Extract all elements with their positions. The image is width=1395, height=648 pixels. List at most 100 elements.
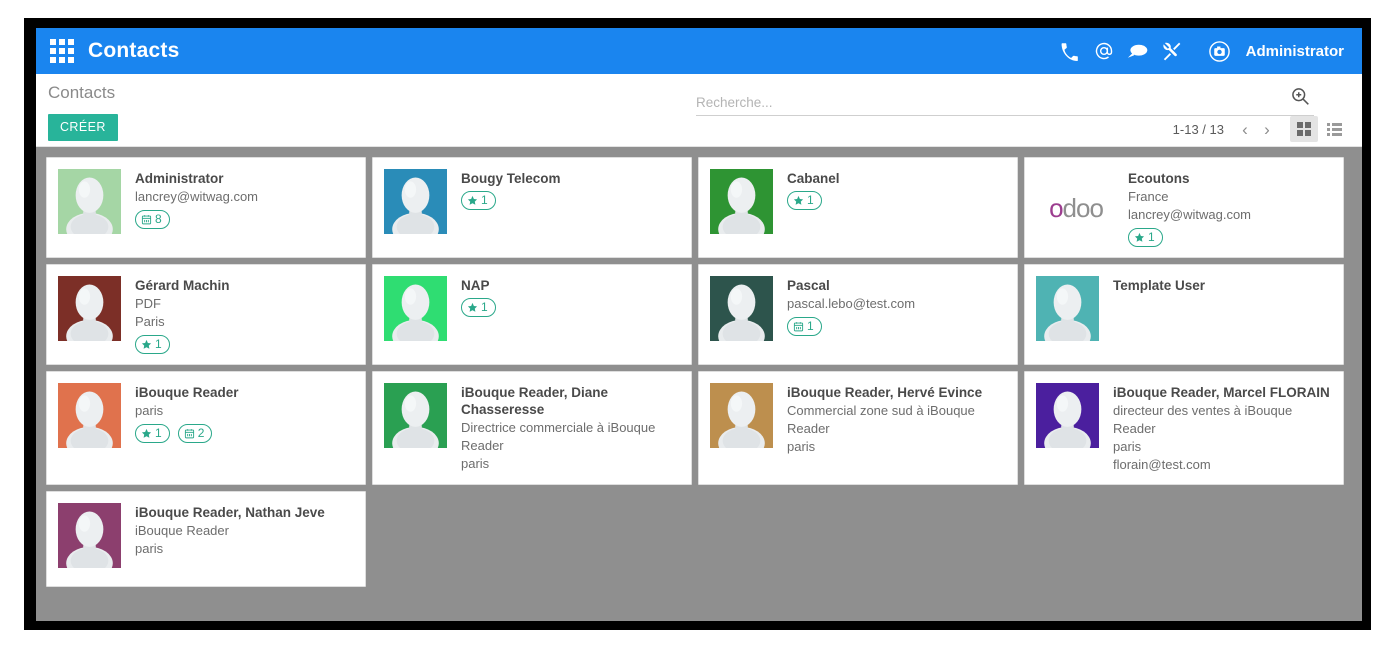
- contact-detail-line: paris: [135, 540, 355, 558]
- badge-value: 1: [481, 300, 488, 315]
- badge-group: 12: [135, 424, 355, 443]
- contact-avatar: [384, 169, 447, 234]
- card-body: Pascalpascal.lebo@test.com1: [787, 276, 1007, 354]
- kanban-card[interactable]: iBouque Reader, Diane ChasseresseDirectr…: [372, 371, 692, 485]
- systray: Administrator: [1053, 34, 1344, 68]
- badge-value: 1: [807, 319, 814, 334]
- kanban-card[interactable]: iBouque Reader, Hervé EvinceCommercial z…: [698, 371, 1018, 485]
- tools-icon[interactable]: [1155, 34, 1189, 68]
- badge-group: 1: [787, 191, 1007, 210]
- user-menu[interactable]: Administrator: [1203, 34, 1344, 68]
- kanban-card[interactable]: Cabanel 1: [698, 157, 1018, 258]
- contact-name: Gérard Machin: [135, 277, 355, 294]
- chevron-right-icon[interactable]: ›: [1256, 118, 1278, 140]
- kanban-card[interactable]: odooEcoutonsFrancelancrey@witwag.com1: [1024, 157, 1344, 258]
- contact-detail-line: paris: [135, 402, 355, 420]
- kanban-card[interactable]: iBouque Readerparis12: [46, 371, 366, 485]
- status-badge[interactable]: 1: [1128, 228, 1163, 247]
- odoo-logo-first-letter: o: [1049, 193, 1062, 223]
- star-icon: [141, 339, 152, 350]
- card-body: iBouque Reader, Nathan JeveiBouque Reade…: [135, 503, 355, 576]
- kanban-card[interactable]: iBouque Reader, Nathan JeveiBouque Reade…: [46, 491, 366, 587]
- star-icon: [467, 302, 478, 313]
- pager: 1-13 / 13 ‹ ›: [1173, 116, 1348, 142]
- contact-avatar: [710, 169, 773, 234]
- status-badge[interactable]: 2: [178, 424, 213, 443]
- contact-avatar: [384, 276, 447, 341]
- contact-detail-line: iBouque Reader: [135, 522, 355, 540]
- badge-value: 1: [155, 426, 162, 441]
- contact-name: iBouque Reader, Hervé Evince: [787, 384, 1007, 401]
- badge-value: 1: [155, 337, 162, 352]
- star-icon: [141, 428, 152, 439]
- status-badge[interactable]: 1: [135, 335, 170, 354]
- view-switcher: [1290, 116, 1348, 142]
- star-icon: [1134, 232, 1145, 243]
- contact-detail-line: France: [1128, 188, 1333, 206]
- card-body: Administratorlancrey@witwag.com8: [135, 169, 355, 247]
- status-badge[interactable]: 1: [787, 317, 822, 336]
- list-view-icon: [1327, 123, 1342, 136]
- chevron-left-icon[interactable]: ‹: [1234, 118, 1256, 140]
- contact-name: Template User: [1113, 277, 1333, 294]
- phone-icon[interactable]: [1053, 34, 1087, 68]
- status-badge[interactable]: 1: [787, 191, 822, 210]
- contact-detail-line: directeur des ventes à iBouque Reader: [1113, 402, 1333, 438]
- status-badge[interactable]: 1: [135, 424, 170, 443]
- breadcrumb[interactable]: Contacts: [48, 83, 115, 103]
- search-plus-icon[interactable]: [1290, 86, 1310, 112]
- star-icon: [467, 195, 478, 206]
- badge-group: 1: [135, 335, 355, 354]
- status-badge[interactable]: 1: [461, 191, 496, 210]
- contact-detail-line: lancrey@witwag.com: [1128, 206, 1333, 224]
- contact-detail-line: Directrice commerciale à iBouque Reader: [461, 419, 681, 455]
- kanban-card[interactable]: Pascalpascal.lebo@test.com1: [698, 264, 1018, 365]
- status-badge[interactable]: 8: [135, 210, 170, 229]
- kanban-card[interactable]: Template User: [1024, 264, 1344, 365]
- status-badge[interactable]: 1: [461, 298, 496, 317]
- contact-name: Cabanel: [787, 170, 1007, 187]
- app-top-bar: Contacts: [36, 28, 1362, 74]
- badge-group: 1: [787, 317, 1007, 336]
- contact-name: NAP: [461, 277, 681, 294]
- card-body: iBouque Reader, Marcel FLORAINdirecteur …: [1113, 383, 1333, 474]
- card-body: iBouque Reader, Diane ChasseresseDirectr…: [461, 383, 681, 474]
- contact-avatar: [58, 169, 121, 234]
- contact-name: iBouque Reader, Marcel FLORAIN: [1113, 384, 1333, 401]
- odoo-logo-icon: odoo: [1036, 169, 1116, 247]
- odoo-logo-rest: doo: [1063, 193, 1103, 223]
- kanban-view-button[interactable]: [1290, 116, 1318, 142]
- create-button[interactable]: CRÉER: [48, 114, 118, 141]
- contact-detail-line: lancrey@witwag.com: [135, 188, 355, 206]
- kanban-card[interactable]: NAP 1: [372, 264, 692, 365]
- badge-group: 1: [1128, 228, 1333, 247]
- contact-avatar: [58, 383, 121, 448]
- contact-detail-line: PDF: [135, 295, 355, 313]
- user-name-label: Administrator: [1246, 43, 1344, 60]
- badge-value: 2: [198, 426, 205, 441]
- kanban-card[interactable]: Gérard MachinPDFParis1: [46, 264, 366, 365]
- contact-avatar: [1036, 383, 1099, 448]
- apps-grid-icon[interactable]: [50, 39, 74, 63]
- contact-avatar: [58, 503, 121, 568]
- contact-detail-line: florain@test.com: [1113, 456, 1333, 474]
- contact-detail-line: Commercial zone sud à iBouque Reader: [787, 402, 1007, 438]
- badge-group: 1: [461, 191, 681, 210]
- kanban-grid-icon: [1297, 122, 1311, 136]
- contact-name: Bougy Telecom: [461, 170, 681, 187]
- at-sign-icon[interactable]: [1087, 34, 1121, 68]
- kanban-board: Administratorlancrey@witwag.com8Bougy Te…: [36, 147, 1362, 621]
- search-input[interactable]: [696, 95, 1290, 112]
- contact-avatar: [58, 276, 121, 341]
- kanban-card[interactable]: iBouque Reader, Marcel FLORAINdirecteur …: [1024, 371, 1344, 485]
- card-body: Bougy Telecom 1: [461, 169, 681, 247]
- chat-bubble-icon[interactable]: [1121, 34, 1155, 68]
- calendar-icon: [184, 428, 195, 439]
- kanban-card[interactable]: Bougy Telecom 1: [372, 157, 692, 258]
- kanban-card[interactable]: Administratorlancrey@witwag.com8: [46, 157, 366, 258]
- list-view-button[interactable]: [1320, 116, 1348, 142]
- badge-value: 1: [1148, 230, 1155, 245]
- contact-detail-line: paris: [787, 438, 1007, 456]
- contact-name: iBouque Reader, Diane Chasseresse: [461, 384, 681, 418]
- browser-viewport: Contacts: [36, 28, 1362, 621]
